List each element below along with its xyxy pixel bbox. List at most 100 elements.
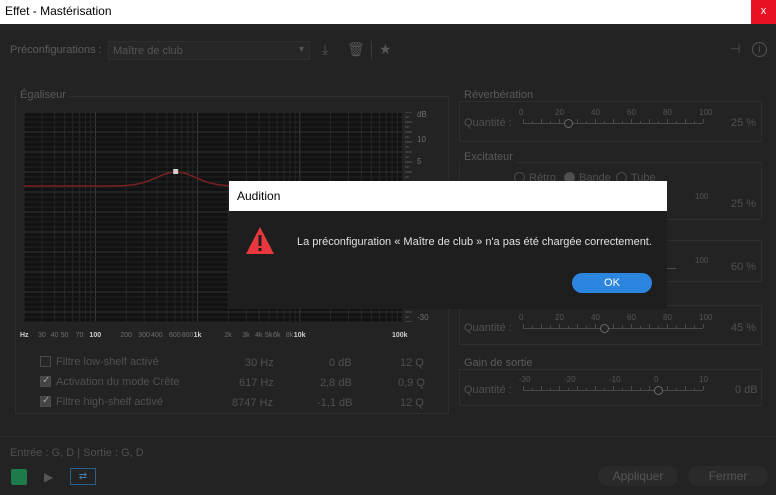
output-gain-value[interactable]: 0 dB	[735, 384, 758, 396]
info-icon[interactable]: i	[752, 42, 767, 57]
x-tick-800: 800	[181, 332, 194, 339]
star-icon[interactable]: ★	[379, 41, 392, 58]
slider-tick	[613, 119, 614, 123]
slider-tick	[523, 324, 524, 328]
preset-label: Préconfigurations :	[10, 44, 102, 56]
slider-tick	[694, 388, 695, 390]
high-shelf-checkbox[interactable]	[40, 395, 51, 407]
slider-tick	[604, 121, 605, 123]
slider-knob[interactable]	[600, 324, 609, 333]
y-tick-db: dB	[417, 110, 427, 119]
slider-tick-label: 40	[591, 108, 600, 117]
slider-tick	[676, 121, 677, 123]
slider-tick	[595, 324, 596, 328]
slider-tick	[577, 119, 578, 123]
exciter-value[interactable]: 25 %	[731, 198, 756, 210]
reverb-slider[interactable]: 0 20 40 60 80 100	[519, 108, 712, 130]
loudness-value[interactable]: 45 %	[731, 322, 756, 334]
x-tick-5k: 5k	[265, 332, 273, 339]
trash-icon[interactable]: 🗑	[347, 41, 365, 58]
slider-tick-label: 0	[519, 313, 524, 322]
slider-track	[523, 123, 703, 124]
slider-tick	[667, 324, 668, 328]
slider-track	[523, 390, 703, 391]
dialog-title-bar: Audition	[229, 181, 667, 211]
play-icon[interactable]: ▶	[44, 470, 53, 484]
slider-tick	[586, 121, 587, 123]
peak-gain[interactable]: 2,8 dB	[320, 377, 352, 389]
widener-value[interactable]: 60 %	[731, 261, 756, 273]
slider-tick	[613, 386, 614, 390]
slider-tick	[622, 121, 623, 123]
slider-tick	[532, 121, 533, 123]
low-shelf-freq[interactable]: 30 Hz	[245, 357, 274, 369]
io-label: Entrée : G, D | Sortie : G, D	[10, 447, 144, 459]
x-tick-300: 300	[138, 332, 150, 339]
low-shelf-q[interactable]: 12 Q	[400, 357, 424, 369]
high-shelf-gain[interactable]: -1,1 dB	[317, 397, 352, 409]
slider-tick	[586, 388, 587, 390]
peak-freq[interactable]: 617 Hz	[239, 377, 274, 389]
slider-tick-label: 60	[627, 313, 636, 322]
slider-tick-label: 60	[627, 108, 636, 117]
slider-tick	[631, 386, 632, 390]
x-tick-8k: 8k	[285, 332, 294, 339]
slider-tick	[532, 388, 533, 390]
slider-track	[523, 328, 703, 329]
slider-tick	[568, 326, 569, 328]
peak-handle[interactable]	[173, 169, 179, 174]
close-window-button[interactable]: x	[751, 0, 776, 24]
x-tick-2k: 2k	[224, 332, 232, 339]
slider-tick	[685, 324, 686, 328]
high-shelf-freq[interactable]: 8747 Hz	[232, 397, 273, 409]
widener-tick-100: 100	[695, 256, 709, 265]
slider-tick-label: -20	[564, 375, 576, 384]
slider-tick-label: 20	[555, 313, 564, 322]
x-tick-hz: Hz	[20, 332, 29, 339]
x-tick-30: 30	[37, 332, 46, 339]
slider-tick	[523, 386, 524, 390]
slider-knob[interactable]	[654, 386, 663, 395]
slider-tick	[586, 326, 587, 328]
close-button[interactable]: Fermer	[688, 466, 768, 486]
widener-track	[667, 268, 676, 269]
slider-tick	[613, 324, 614, 328]
slider-tick	[622, 388, 623, 390]
low-shelf-checkbox[interactable]	[40, 356, 51, 367]
slider-tick	[568, 388, 569, 390]
slider-tick	[523, 119, 524, 123]
slider-tick-label: 10	[699, 375, 708, 384]
slider-tick	[649, 119, 650, 123]
slider-tick	[577, 386, 578, 390]
slider-tick	[658, 121, 659, 123]
slider-tick	[631, 119, 632, 123]
ok-button[interactable]: OK	[572, 273, 652, 293]
slider-tick	[541, 119, 542, 123]
slider-tick	[631, 324, 632, 328]
slider-tick	[532, 326, 533, 328]
slider-tick-label: 100	[699, 313, 713, 322]
y-tick-minus30: -30	[417, 313, 429, 322]
slider-tick-label: 0	[519, 108, 524, 117]
download-icon[interactable]: ⤓	[322, 41, 328, 58]
power-toggle[interactable]	[11, 469, 27, 485]
high-shelf-q[interactable]: 12 Q	[400, 397, 424, 409]
low-shelf-gain[interactable]: 0 dB	[329, 357, 352, 369]
loudness-slider[interactable]: 0 20 40 60 80 100	[519, 313, 712, 335]
x-tick-1k: 1k	[193, 332, 202, 339]
loop-icon[interactable]: ⇄	[70, 468, 96, 485]
slider-tick	[622, 326, 623, 328]
apply-button[interactable]: Appliquer	[598, 466, 678, 486]
preset-dropdown[interactable]: Maître de club ▾	[108, 41, 310, 60]
peak-mode-checkbox[interactable]	[40, 375, 51, 387]
routing-icon[interactable]: ⊣	[730, 42, 740, 56]
footer-divider	[0, 436, 776, 437]
window-title: Effet - Mastérisation	[5, 4, 112, 18]
output-gain-slider[interactable]: -30 -20 -10 0 10	[519, 375, 708, 397]
slider-tick	[559, 386, 560, 390]
slider-tick	[694, 326, 695, 328]
slider-tick	[685, 119, 686, 123]
peak-q[interactable]: 0,9 Q	[398, 377, 425, 389]
reverb-value[interactable]: 25 %	[731, 117, 756, 129]
slider-knob[interactable]	[564, 119, 573, 128]
